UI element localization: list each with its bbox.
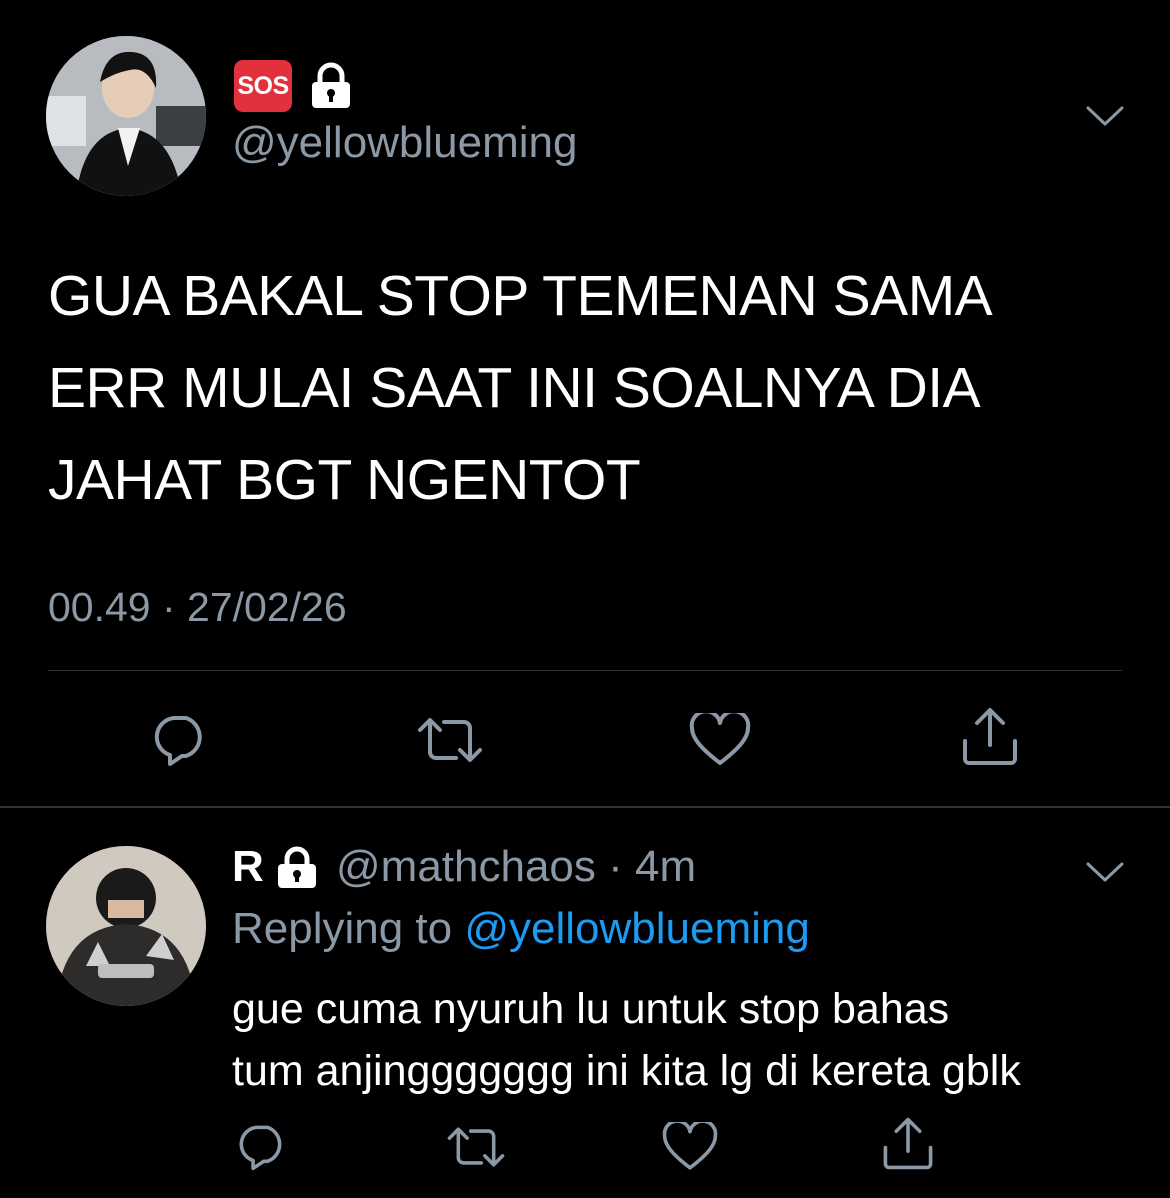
reply-icon	[239, 1125, 282, 1171]
reply-tweet-text: gue cuma nyuruh lu untuk stop bahas tum …	[232, 985, 1021, 1095]
profile-photo-icon	[46, 846, 206, 1006]
share-icon	[883, 1117, 933, 1170]
sos-badge: SOS	[234, 60, 292, 112]
main-tweet-timestamp: 00.49 · 27/02/26	[48, 584, 347, 630]
replying-to-mention-link[interactable]: @yellowblueming	[464, 904, 810, 953]
sos-badge-label: SOS	[237, 71, 289, 100]
section-divider	[0, 806, 1170, 808]
reply-icon	[154, 716, 202, 766]
lock-icon	[308, 62, 354, 110]
reply-like-button[interactable]	[654, 1116, 726, 1178]
main-like-button[interactable]	[680, 706, 760, 774]
reply-retweet-button[interactable]	[440, 1116, 512, 1178]
replying-to-prefix: Replying to	[232, 904, 465, 953]
main-tweet-avatar[interactable]	[46, 36, 206, 196]
divider	[48, 670, 1122, 671]
reply-author-handle-time[interactable]: @mathchaos · 4m	[336, 842, 696, 892]
like-icon	[662, 1122, 718, 1170]
main-tweet-text: GUA BAKAL STOP TEMENAN SAMA ERR MULAI SA…	[48, 264, 993, 512]
main-tweet-handle[interactable]: @yellowblueming	[232, 118, 578, 168]
main-reply-button[interactable]	[140, 706, 220, 774]
reply-author-name[interactable]: R	[232, 842, 264, 892]
retweet-icon	[447, 1127, 505, 1167]
reply-reply-button[interactable]	[226, 1116, 298, 1178]
reply-share-button[interactable]	[872, 1110, 944, 1176]
main-retweet-button[interactable]	[410, 706, 490, 774]
share-icon	[963, 708, 1017, 765]
main-share-button[interactable]	[950, 700, 1030, 772]
retweet-icon	[418, 718, 482, 762]
chevron-down-icon[interactable]	[1084, 856, 1126, 886]
replying-to-line: Replying to @yellowblueming	[232, 904, 810, 954]
chevron-down-icon[interactable]	[1084, 100, 1126, 130]
like-icon	[689, 713, 751, 765]
lock-icon	[274, 846, 320, 890]
reply-tweet-avatar[interactable]	[46, 846, 206, 1006]
profile-photo-icon	[46, 36, 206, 196]
